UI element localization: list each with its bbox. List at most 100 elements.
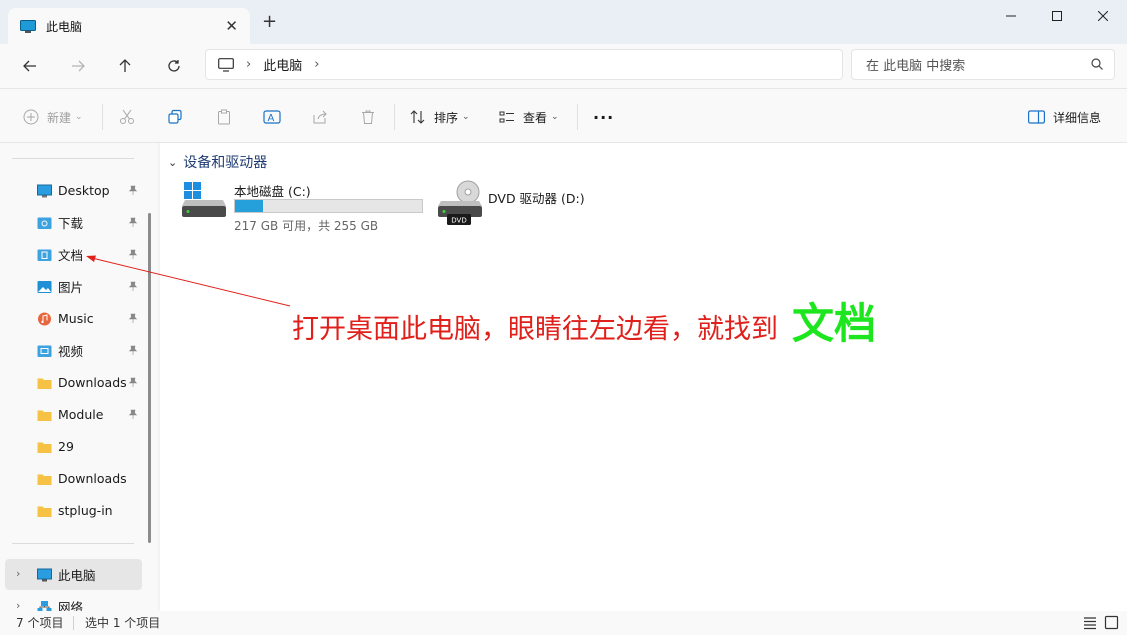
address-bar[interactable]: › 此电脑 › [205,49,843,80]
sidebar-item-this-pc[interactable]: › 此电脑 [5,559,142,590]
drive-c-item[interactable]: 本地磁盘 (C:) 217 GB 可用，共 255 GB [182,179,427,233]
scissors-icon [120,109,134,124]
sidebar-item-documents[interactable]: 文档 [0,239,142,270]
command-bar: 新建 ⌄ A 排序 ⌄ 查看 ⌄ ··· 详细信息 [0,88,1127,143]
trash-icon [362,110,374,124]
sort-button[interactable]: 排序 ⌄ [410,106,470,128]
copy-icon [168,109,182,124]
forward-button[interactable] [64,54,92,78]
refresh-icon [168,60,180,72]
copy-button[interactable] [167,106,191,128]
tab-close-icon[interactable]: ✕ [225,17,238,35]
tab-title: 此电脑 [46,19,83,34]
large-icons-view-icon[interactable] [1104,615,1120,630]
annotation-highlight: 文档 [792,299,877,348]
sidebar-item-label: 此电脑 [58,568,96,583]
group-title: 设备和驱动器 [183,155,268,171]
new-tab-button[interactable]: + [262,12,277,32]
pin-icon[interactable] [128,409,138,419]
sidebar-item-label: 文档 [58,248,84,263]
sidebar-item-label: Module [58,407,104,422]
chevron-right-icon[interactable]: › [16,567,20,580]
back-button[interactable] [16,54,44,78]
pin-icon[interactable] [128,249,138,259]
pin-icon[interactable] [128,217,138,227]
drive-d-name: DVD 驱动器 (D:) [488,191,585,206]
details-label: 详细信息 [1053,110,1102,125]
view-list-icon [499,111,514,123]
navigation-bar: › 此电脑 › 在 此电脑 中搜索 [0,44,1127,88]
folder-icon [37,410,52,421]
minimize-button[interactable] [988,0,1034,32]
sidebar-item-music[interactable]: Music [0,303,142,334]
drive-c-usage-bar [234,199,423,213]
up-button[interactable] [111,54,139,78]
sidebar-item-downloads-2[interactable]: Downloads [0,463,142,494]
new-label: 新建 [47,110,72,125]
annotation-message: 打开桌面此电脑，眼睛往左边看，就找到 [292,314,778,345]
pin-icon[interactable] [128,313,138,323]
maximize-button[interactable] [1034,0,1080,32]
divider [102,104,103,130]
sidebar-item-label: 图片 [58,280,84,295]
divider [73,616,74,630]
sidebar-scrollbar[interactable] [148,213,151,543]
group-header-devices[interactable]: ⌄ 设备和驱动器 [168,152,267,172]
chevron-down-icon: ⌄ [462,112,470,122]
delete-button[interactable] [360,106,384,128]
pin-icon[interactable] [128,345,138,355]
paste-button[interactable] [216,106,240,128]
sidebar-item-label: Downloads [58,471,127,486]
sidebar-item-downloads-cn[interactable]: 下载 [0,207,142,238]
folder-icon [37,442,52,453]
pin-icon[interactable] [128,377,138,387]
drive-d-item[interactable]: DVD DVD 驱动器 (D:) [438,180,618,231]
documents-folder-icon [37,249,52,261]
selected-count: 选中 1 个项目 [85,616,161,630]
view-button[interactable]: 查看 ⌄ [499,106,559,128]
folder-icon [37,506,52,517]
drive-c-name: 本地磁盘 (C:) [234,184,311,199]
this-pc-icon [37,568,52,581]
this-pc-icon [20,19,36,33]
rename-button[interactable]: A [263,106,289,128]
chevron-down-icon[interactable]: ⌄ [168,156,177,169]
forward-arrow-icon [72,60,85,72]
sidebar-item-module[interactable]: Module [0,399,142,430]
breadcrumb-chevron-icon[interactable]: › [314,57,319,72]
search-input[interactable]: 在 此电脑 中搜索 [851,49,1115,80]
more-options-button[interactable]: ··· [593,106,614,128]
close-window-button[interactable] [1080,0,1126,32]
cut-button[interactable] [119,106,143,128]
sidebar-item-stplug-in[interactable]: stplug-in [0,495,142,526]
item-count: 7 个项目 [16,616,64,630]
sort-label: 排序 [434,110,459,125]
sidebar-item-videos[interactable]: 视频 [0,335,142,366]
pin-icon[interactable] [128,185,138,195]
search-placeholder: 在 此电脑 中搜索 [866,59,966,74]
status-bar: 7 个项目 选中 1 个项目 [0,611,1127,635]
breadcrumb-chevron-icon[interactable]: › [246,57,251,72]
search-icon [1091,58,1103,70]
pin-icon[interactable] [128,281,138,291]
pictures-icon [37,280,52,293]
sidebar-item-label: Downloads [58,375,127,390]
refresh-button[interactable] [160,54,188,78]
details-view-icon[interactable] [1082,615,1098,630]
annotation-text: 打开桌面此电脑，眼睛往左边看，就找到 文档 [292,290,876,351]
sidebar-item-network[interactable]: › 网络 [5,591,147,611]
breadcrumb-this-pc[interactable]: 此电脑 [263,55,302,74]
sidebar-item-downloads[interactable]: Downloads [0,367,142,398]
share-button[interactable] [312,106,336,128]
sidebar-item-label: stplug-in [58,503,113,518]
sidebar-item-pictures[interactable]: 图片 [0,271,142,302]
share-icon [313,110,327,124]
sidebar-item-29[interactable]: 29 [0,431,142,462]
sidebar-item-desktop[interactable]: Desktop [0,175,142,206]
new-button[interactable]: 新建 ⌄ [23,106,83,128]
tab-this-pc[interactable]: 此电脑 ✕ [8,8,250,44]
details-pane-button[interactable]: 详细信息 [1028,106,1101,128]
title-bar: 此电脑 ✕ + [0,0,1127,44]
dvd-badge: DVD [451,217,466,225]
chevron-right-icon[interactable]: › [16,599,20,611]
